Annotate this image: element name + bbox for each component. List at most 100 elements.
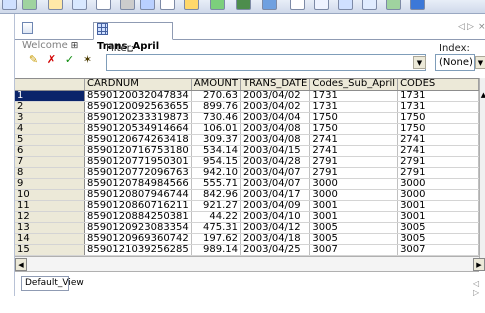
- cell-codes-sub-april[interactable]: 3005: [309, 222, 399, 234]
- table-row[interactable]: 7 8590120771950301 954.15 2003/04/28 2791 279…: [15, 156, 479, 168]
- cell-trans-date[interactable]: 2003/04/02: [240, 101, 311, 113]
- toolbar-box-icon[interactable]: [120, 0, 135, 10]
- cell-trans-date[interactable]: 2003/04/12: [240, 222, 311, 234]
- cell-amount[interactable]: 921.27: [191, 200, 242, 212]
- cell-amount[interactable]: 899.76: [191, 101, 242, 113]
- table-row[interactable]: 1 8590120032047834 270.63 2003/04/02 1731 173…: [15, 90, 479, 102]
- cell-trans-date[interactable]: 2003/04/15: [240, 145, 311, 157]
- cell-codes-sub-april[interactable]: 1750: [309, 123, 399, 135]
- pin-icon[interactable]: ⊞: [71, 41, 79, 51]
- toolbar-settings-icon[interactable]: [160, 0, 175, 10]
- view-tab-default[interactable]: Default_View: [21, 276, 84, 291]
- vertical-scrollbar[interactable]: ▲: [479, 78, 485, 260]
- cell-cardnum[interactable]: 8590120884250381: [84, 211, 192, 223]
- cell-trans-date[interactable]: 2003/04/09: [240, 200, 311, 212]
- tab-close-icon[interactable]: ×: [478, 22, 485, 32]
- toolbar-doc-icon[interactable]: [96, 0, 111, 10]
- cell-codes-sub-april[interactable]: 3000: [309, 178, 399, 190]
- cell-codes-sub-april[interactable]: 3005: [309, 233, 399, 245]
- cell-rownum[interactable]: 12: [15, 211, 85, 223]
- cell-cardnum[interactable]: 8590120032047834: [84, 90, 192, 102]
- cell-codes[interactable]: 2741: [397, 145, 479, 157]
- table-row[interactable]: 5 8590120674263418 309.37 2003/04/08 2741 274…: [15, 134, 479, 146]
- data-grid[interactable]: CARDNUM AMOUNT TRANS_DATE Codes_Sub_Apri…: [15, 78, 479, 256]
- cell-codes[interactable]: 1750: [397, 123, 479, 135]
- cell-rownum[interactable]: 2: [15, 101, 85, 113]
- table-row[interactable]: 10 8590120807946744 842.96 2003/04/17 3000 30…: [15, 189, 479, 201]
- cell-cardnum[interactable]: 8590120716753180: [84, 145, 192, 157]
- cell-cardnum[interactable]: 8590120771950301: [84, 156, 192, 168]
- cell-amount[interactable]: 475.31: [191, 222, 242, 234]
- cell-cardnum[interactable]: 8590120674263418: [84, 134, 192, 146]
- cell-trans-date[interactable]: 2003/04/02: [240, 90, 311, 102]
- index-select[interactable]: (None): [435, 54, 475, 71]
- cell-codes[interactable]: 3007: [397, 244, 479, 256]
- toolbar-window-icon[interactable]: [314, 0, 329, 10]
- tab-prev-icon[interactable]: ◁: [458, 22, 465, 32]
- toolbar-table-icon[interactable]: [72, 0, 87, 10]
- cell-codes-sub-april[interactable]: 3001: [309, 211, 399, 223]
- header-amount[interactable]: AMOUNT: [191, 79, 242, 91]
- cell-cardnum[interactable]: 8590120233319873: [84, 112, 192, 124]
- cell-codes[interactable]: 3000: [397, 189, 479, 201]
- cell-cardnum[interactable]: 8590120969360742: [84, 233, 192, 245]
- cell-amount[interactable]: 989.14: [191, 244, 242, 256]
- clear-filter-icon[interactable]: ✗: [45, 54, 58, 66]
- cell-cardnum[interactable]: 8590120772096763: [84, 167, 192, 179]
- view-nav-icons[interactable]: ◁ ▷: [473, 279, 485, 297]
- filter-icon[interactable]: ✎: [27, 54, 40, 66]
- cell-trans-date[interactable]: 2003/04/18: [240, 233, 311, 245]
- cell-rownum[interactable]: 7: [15, 156, 85, 168]
- cell-amount[interactable]: 106.01: [191, 123, 242, 135]
- tab-next-icon[interactable]: ▷: [467, 22, 474, 32]
- cell-codes-sub-april[interactable]: 1731: [309, 90, 399, 102]
- cell-trans-date[interactable]: 2003/04/10: [240, 211, 311, 223]
- tab-welcome[interactable]: Welcome ⊞: [19, 22, 89, 51]
- toolbar-arrange-icon[interactable]: [362, 0, 377, 10]
- cell-codes-sub-april[interactable]: 2741: [309, 134, 399, 146]
- table-row[interactable]: 6 8590120716753180 534.14 2003/04/15 2741 274…: [15, 145, 479, 157]
- cell-amount[interactable]: 309.37: [191, 134, 242, 146]
- table-row[interactable]: 12 8590120884250381 44.22 2003/04/10 3001 300…: [15, 211, 479, 223]
- table-row[interactable]: 8 8590120772096763 942.10 2003/04/07 2791 279…: [15, 167, 479, 179]
- table-row[interactable]: 11 8590120860716211 921.27 2003/04/09 3001 30…: [15, 200, 479, 212]
- cell-trans-date[interactable]: 2003/04/28: [240, 156, 311, 168]
- cell-codes[interactable]: 3000: [397, 178, 479, 190]
- toolbar-sync-icon[interactable]: [140, 0, 155, 10]
- cell-rownum[interactable]: 11: [15, 200, 85, 212]
- cell-codes[interactable]: 2741: [397, 134, 479, 146]
- toolbar-chart-icon[interactable]: [22, 0, 37, 10]
- scroll-left-icon[interactable]: ◀: [15, 258, 27, 271]
- filter-input[interactable]: [106, 54, 426, 71]
- apply-filter-icon[interactable]: ✓: [63, 54, 76, 66]
- cell-amount[interactable]: 534.14: [191, 145, 242, 157]
- cell-rownum[interactable]: 1: [15, 90, 85, 102]
- cell-trans-date[interactable]: 2003/04/08: [240, 134, 311, 146]
- cell-rownum[interactable]: 14: [15, 233, 85, 245]
- scroll-up-icon[interactable]: ▲: [480, 90, 485, 100]
- cell-amount[interactable]: 954.15: [191, 156, 242, 168]
- cell-rownum[interactable]: 15: [15, 244, 85, 256]
- horizontal-scrollbar[interactable]: ◀ ▶: [15, 256, 485, 272]
- cell-codes[interactable]: 3001: [397, 211, 479, 223]
- cell-cardnum[interactable]: 8590120923083354: [84, 222, 192, 234]
- header-cardnum[interactable]: CARDNUM: [84, 79, 192, 91]
- cell-amount[interactable]: 44.22: [191, 211, 242, 223]
- cell-rownum[interactable]: 13: [15, 222, 85, 234]
- toolbar-web-icon[interactable]: [410, 0, 425, 10]
- table-row[interactable]: 14 8590120969360742 197.62 2003/04/18 3005 30…: [15, 233, 479, 245]
- cell-codes[interactable]: 1731: [397, 101, 479, 113]
- cell-codes[interactable]: 1731: [397, 90, 479, 102]
- cell-codes[interactable]: 3001: [397, 200, 479, 212]
- header-codes[interactable]: CODES: [397, 79, 479, 91]
- cell-codes-sub-april[interactable]: 3000: [309, 189, 399, 201]
- cell-codes[interactable]: 3005: [397, 222, 479, 234]
- toolbar-layout-icon[interactable]: [290, 0, 305, 10]
- scroll-right-icon[interactable]: ▶: [473, 258, 485, 271]
- cell-amount[interactable]: 730.46: [191, 112, 242, 124]
- cell-amount[interactable]: 197.62: [191, 233, 242, 245]
- cell-codes[interactable]: 2791: [397, 167, 479, 179]
- toolbar-chart2-icon[interactable]: [262, 0, 277, 10]
- toolbar-report-icon[interactable]: [210, 0, 225, 10]
- cell-amount[interactable]: 555.71: [191, 178, 242, 190]
